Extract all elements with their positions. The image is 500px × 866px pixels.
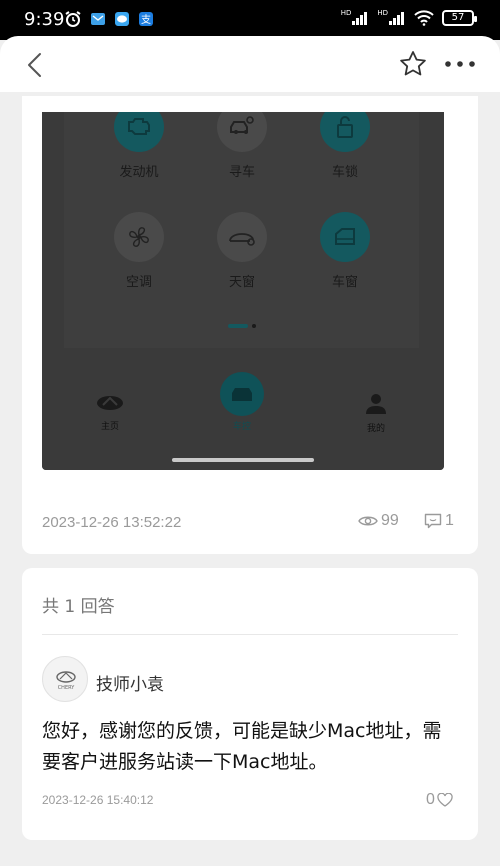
notification-icons: 支 — [64, 10, 154, 28]
app-header — [0, 36, 500, 92]
more-button[interactable] — [442, 49, 478, 79]
engine-icon — [114, 112, 164, 152]
favorite-button[interactable] — [398, 49, 428, 79]
status-bar: 9:39 支 HD HD 57 — [0, 0, 500, 40]
post-date: 2023-12-26 13:52:22 — [42, 514, 182, 531]
control-ac: 空调 — [93, 212, 185, 290]
control-label: 天窗 — [228, 275, 255, 290]
control-window: 车窗 — [299, 212, 391, 290]
wifi-icon — [414, 10, 434, 26]
chery-logo-icon — [97, 396, 123, 410]
comment-count[interactable]: 1 — [424, 512, 454, 530]
control-label: 寻车 — [228, 165, 255, 180]
nav-home: 主页 — [80, 394, 140, 432]
post-image[interactable]: 发动机 寻车 车锁 空调 天窗 车窗 主页 车控 我的 — [42, 112, 444, 470]
sunroof-icon — [217, 212, 267, 262]
answers-card: 共 1 回答 CHERY 技师小袁 您好，感谢您的反馈，可能是缺少Mac地址，需… — [22, 568, 478, 840]
signal-icon-2 — [389, 12, 404, 25]
page-dot-active — [228, 324, 248, 328]
control-label: 发动机 — [119, 165, 159, 180]
control-label: 车锁 — [331, 165, 358, 180]
signal-hd-label: HD — [340, 9, 352, 17]
avatar[interactable]: CHERY — [42, 656, 88, 702]
find-car-icon — [217, 112, 267, 152]
nav-label: 主页 — [100, 422, 119, 432]
page-dot — [252, 324, 256, 328]
alipay-app-icon: 支 — [139, 12, 153, 26]
back-button[interactable] — [20, 50, 50, 80]
mail-app-icon — [91, 13, 105, 25]
control-label: 空调 — [125, 275, 152, 290]
star-outline-icon — [400, 51, 426, 76]
answer-text: 您好，感谢您的反馈，可能是缺少Mac地址，需要客户进服务站读一下Mac地址。 — [42, 720, 442, 773]
nav-label: 车控 — [232, 422, 251, 432]
battery-icon: 57 — [442, 10, 477, 26]
avatar-text: CHERY — [58, 685, 76, 691]
signal-hd-label-2: HD — [377, 9, 388, 17]
status-right: HD HD 57 — [340, 9, 477, 26]
signal-icon — [352, 12, 368, 25]
comment-count-value: 1 — [445, 512, 454, 529]
control-sunroof: 天窗 — [196, 212, 288, 290]
home-indicator — [172, 458, 314, 462]
status-time: 9:39 — [24, 9, 65, 30]
view-count: 99 — [358, 512, 399, 530]
user-icon — [366, 394, 386, 414]
car-icon — [220, 372, 264, 416]
view-count-value: 99 — [381, 512, 399, 529]
answer-date: 2023-12-26 15:40:12 — [42, 793, 154, 807]
nav-label: 我的 — [366, 424, 385, 434]
divider — [42, 634, 458, 635]
answer-count-title: 共 1 回答 — [42, 597, 115, 617]
more-dots-icon — [445, 61, 475, 67]
message-app-icon — [115, 12, 129, 26]
eye-icon — [358, 516, 378, 526]
control-label: 车窗 — [331, 275, 358, 290]
control-lock: 车锁 — [299, 112, 391, 180]
lock-icon — [320, 112, 370, 152]
comment-icon — [424, 513, 442, 529]
control-find-car: 寻车 — [196, 112, 288, 180]
control-engine: 发动机 — [93, 112, 185, 180]
page-indicator — [228, 324, 256, 328]
post-card: 发动机 寻车 车锁 空调 天窗 车窗 主页 车控 我的 2023-12-26 1… — [22, 96, 478, 554]
nav-mine: 我的 — [346, 392, 406, 434]
alarm-icon — [65, 11, 81, 27]
like-count: 0 — [426, 791, 435, 808]
svg-text:支: 支 — [141, 14, 151, 26]
nav-control: 车控 — [212, 372, 272, 432]
answer-author[interactable]: 技师小袁 — [96, 670, 164, 695]
battery-level: 57 — [451, 12, 465, 23]
like-button[interactable]: 0 — [426, 791, 453, 809]
chevron-left-icon — [28, 53, 41, 77]
heart-outline-icon — [437, 793, 453, 807]
chery-avatar-logo-icon: CHERY — [56, 671, 76, 691]
window-icon — [320, 212, 370, 262]
fan-icon — [114, 212, 164, 262]
